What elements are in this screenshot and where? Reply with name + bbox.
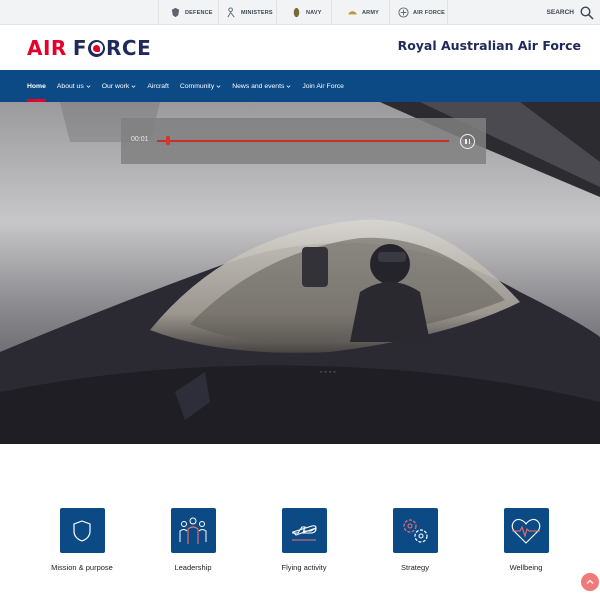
video-progress-handle[interactable] (165, 136, 170, 145)
search-icon (580, 5, 594, 20)
link-label: MINISTERS (241, 9, 273, 16)
nav-item-label: News and events (232, 82, 285, 90)
divider (218, 0, 219, 25)
tile-icon-box (392, 508, 438, 553)
nav-item-home[interactable]: Home (27, 70, 46, 102)
tile-icon-box (281, 508, 327, 553)
tile-mission-purpose[interactable]: Mission & purpose (27, 508, 137, 572)
quick-links: Mission & purpose Leadership Flying acti… (0, 508, 600, 578)
utility-bar: DEFENCE MINISTERS NAVY ARMY AIR FORCE SE… (0, 0, 600, 25)
site-header: AIR F RCE Royal Australian Air Force (0, 25, 600, 70)
video-progress-track[interactable] (157, 140, 449, 142)
link-air-force[interactable]: AIR FORCE (398, 0, 445, 25)
tile-label: Mission & purpose (51, 563, 113, 572)
nav-item-label: Home (27, 82, 46, 90)
chevron-down-icon (86, 84, 91, 88)
site-title: Royal Australian Air Force (397, 38, 581, 53)
video-player-controls: 00:01 (121, 118, 486, 164)
chevron-up-icon (586, 579, 594, 584)
tile-wellbeing[interactable]: Wellbeing (471, 508, 581, 572)
logo-letters-rce: RCE (106, 36, 152, 60)
link-label: AIR FORCE (413, 9, 446, 16)
nav-item-label: Community (179, 82, 215, 90)
airplane-icon (291, 524, 317, 541)
link-navy[interactable]: NAVY (291, 0, 322, 25)
tile-label: Strategy (401, 563, 429, 572)
pause-icon (468, 139, 470, 144)
nav-item-join-air-force[interactable]: Join Air Force (302, 70, 344, 102)
link-label: NAVY (306, 9, 322, 16)
air-force-logo[interactable]: AIR F RCE (27, 36, 151, 60)
tile-label: Wellbeing (509, 563, 543, 572)
divider (158, 0, 159, 25)
svg-text:▪ ▪ ▪ ▪: ▪ ▪ ▪ ▪ (320, 369, 336, 376)
search-button[interactable]: SEARCH (547, 4, 594, 21)
divider (276, 0, 277, 25)
nav-item-news-and-events[interactable]: News and events (232, 70, 291, 102)
tile-leadership[interactable]: Leadership (138, 508, 248, 572)
nav-item-aircraft[interactable]: Aircraft (147, 70, 169, 102)
pause-button[interactable] (460, 134, 475, 149)
tile-label: Leadership (174, 563, 212, 572)
divider (331, 0, 332, 25)
roundel-icon (88, 39, 105, 57)
defence-crest-icon (171, 7, 180, 18)
army-crest-icon (347, 11, 358, 15)
tile-icon-box (170, 508, 216, 553)
divider (389, 0, 390, 25)
nav-item-about-us[interactable]: About us (57, 70, 91, 102)
nav-item-community[interactable]: Community (180, 70, 221, 102)
search-label: SEARCH (546, 9, 574, 16)
heart-pulse-icon (511, 518, 541, 544)
ministers-icon (227, 7, 235, 18)
back-to-top-button[interactable] (581, 573, 599, 591)
video-time: 00:01 (131, 136, 149, 143)
hero-video[interactable]: ▪ ▪ ▪ ▪ 00:01 (0, 102, 600, 444)
tile-icon-box (503, 508, 549, 553)
tile-flying-activity[interactable]: Flying activity (249, 508, 359, 572)
logo-air-text: AIR (27, 36, 67, 60)
tile-strategy[interactable]: Strategy (360, 508, 470, 572)
nav-item-label: Aircraft (147, 82, 169, 90)
nav-item-label: Join Air Force (302, 82, 344, 90)
chevron-down-icon (131, 84, 136, 88)
divider (447, 0, 448, 25)
pause-icon (465, 139, 467, 144)
air-force-crest-icon (398, 7, 409, 18)
logo-letter-f: F (72, 36, 87, 60)
link-label: DEFENCE (185, 9, 213, 16)
main-nav: Home About us Our work Aircraft Community New… (0, 70, 600, 102)
chevron-down-icon (286, 84, 291, 88)
tile-label: Flying activity (281, 563, 327, 572)
link-defence[interactable]: DEFENCE (170, 0, 213, 25)
nav-item-our-work[interactable]: Our work (102, 70, 137, 102)
nav-item-label: Our work (101, 82, 130, 90)
shield-icon (73, 519, 91, 542)
nav-item-label: About us (56, 82, 84, 90)
navy-crest-icon (293, 7, 300, 18)
gears-icon (403, 518, 428, 543)
link-army[interactable]: ARMY (347, 0, 379, 25)
tile-icon-box (59, 508, 105, 553)
link-ministers[interactable]: MINISTERS (226, 0, 273, 25)
chevron-down-icon (216, 84, 221, 88)
link-label: ARMY (362, 9, 379, 16)
logo-force-text: F RCE (73, 36, 151, 60)
people-icon (179, 517, 207, 544)
